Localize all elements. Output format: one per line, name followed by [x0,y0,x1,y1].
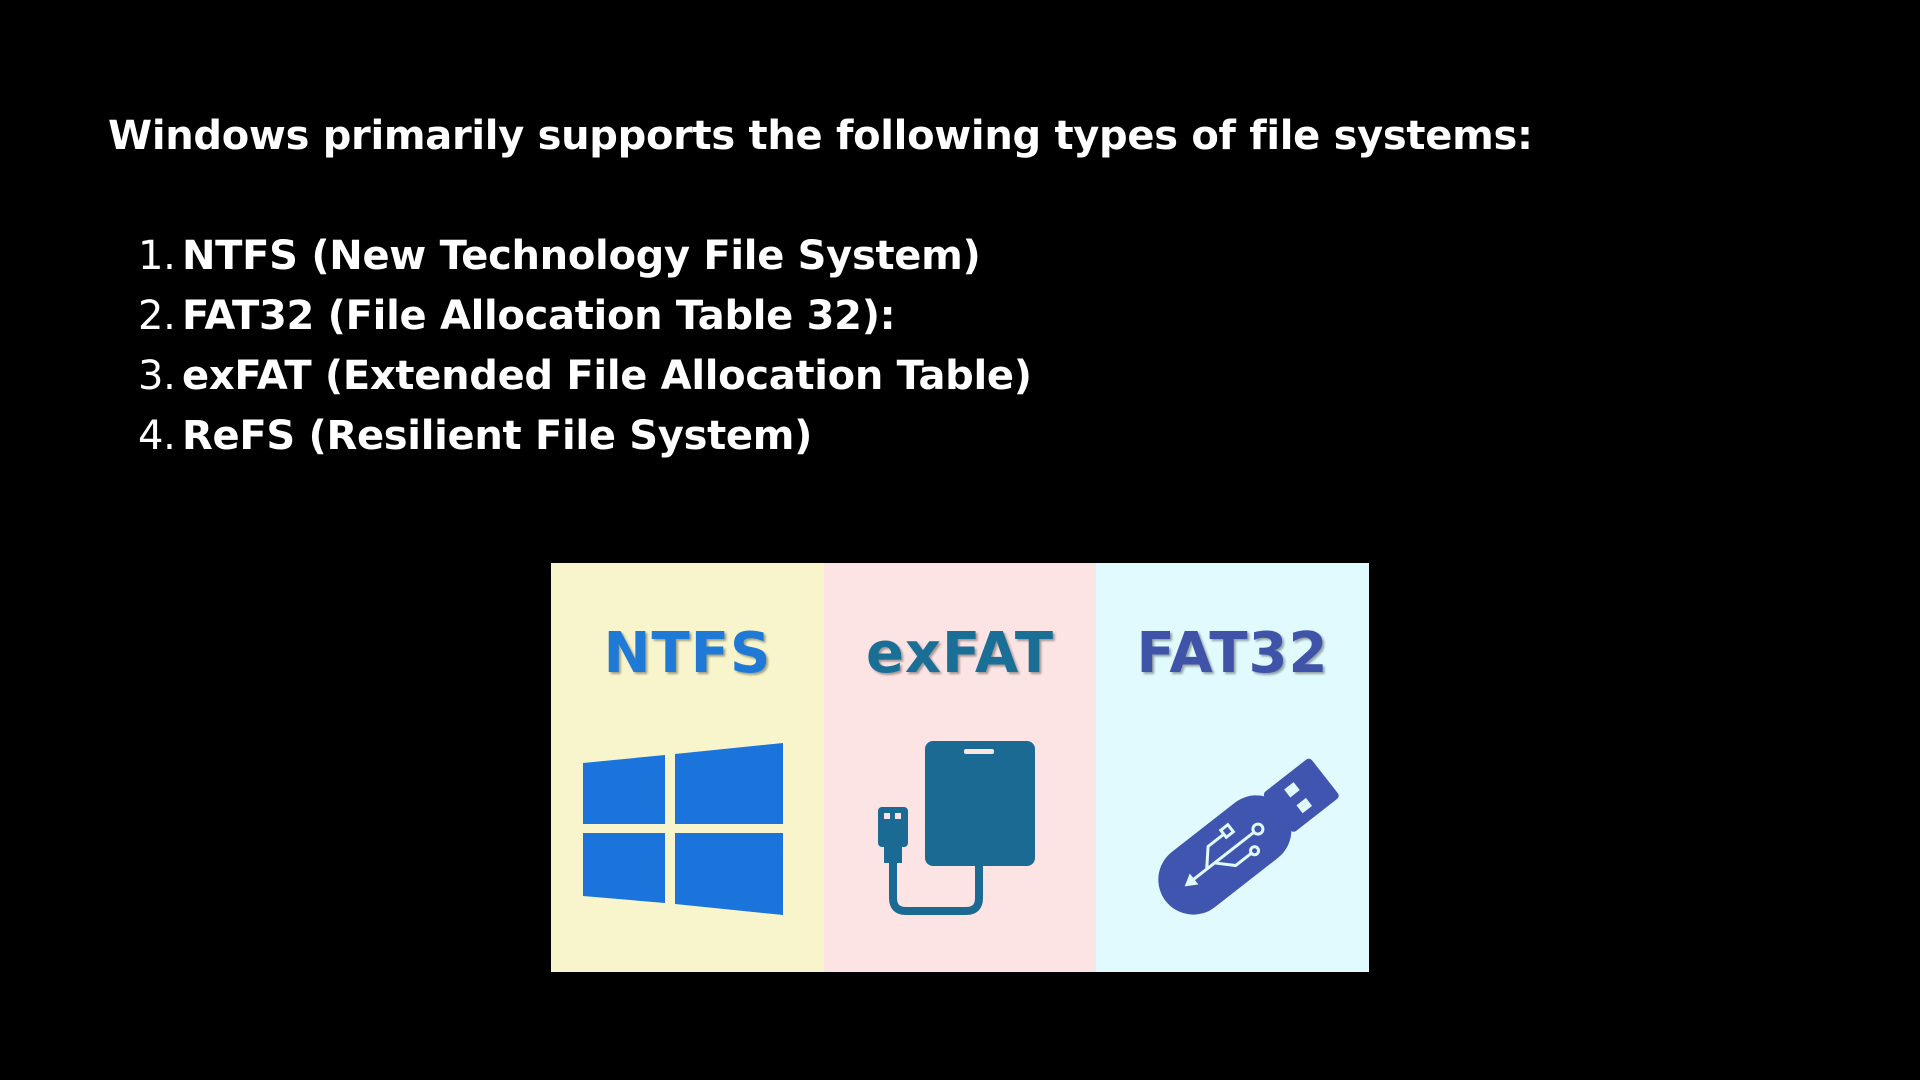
slide-heading: Windows primarily supports the following… [108,113,1533,159]
slide: Windows primarily supports the following… [0,0,1920,1080]
ntfs-panel: NTFS [551,563,824,972]
fat32-panel: FAT32 [1096,563,1369,972]
fat32-label: FAT32 [1136,621,1329,686]
windows-logo-icon [583,743,783,915]
ntfs-label: NTFS [603,621,772,686]
usb-flash-drive-icon [1158,758,1339,915]
list-item-number: 3. [138,353,176,399]
exfat-panel: exFAT [824,563,1096,972]
file-system-graphic: NTFS exFAT FAT32 [551,563,1369,972]
list-item: 1. NTFS (New Technology File System) [138,226,1032,286]
list-item-name: FAT32 (File Allocation Table 32): [182,293,896,339]
list-item-number: 2. [138,293,176,339]
list-item-name: ReFS (Resilient File System) [182,413,813,459]
list-item-name: exFAT (Extended File Allocation Table) [182,353,1032,399]
list-item: 3. exFAT (Extended File Allocation Table… [138,346,1032,406]
list-item: 4. ReFS (Resilient File System) [138,406,1032,466]
file-system-list: 1. NTFS (New Technology File System) 2. … [138,226,1032,466]
exfat-label: exFAT [865,621,1055,686]
external-drive-icon [878,741,1035,915]
list-item: 2. FAT32 (File Allocation Table 32): [138,286,1032,346]
list-item-name: NTFS (New Technology File System) [182,233,981,279]
list-item-number: 1. [138,233,176,279]
list-item-number: 4. [138,413,176,459]
